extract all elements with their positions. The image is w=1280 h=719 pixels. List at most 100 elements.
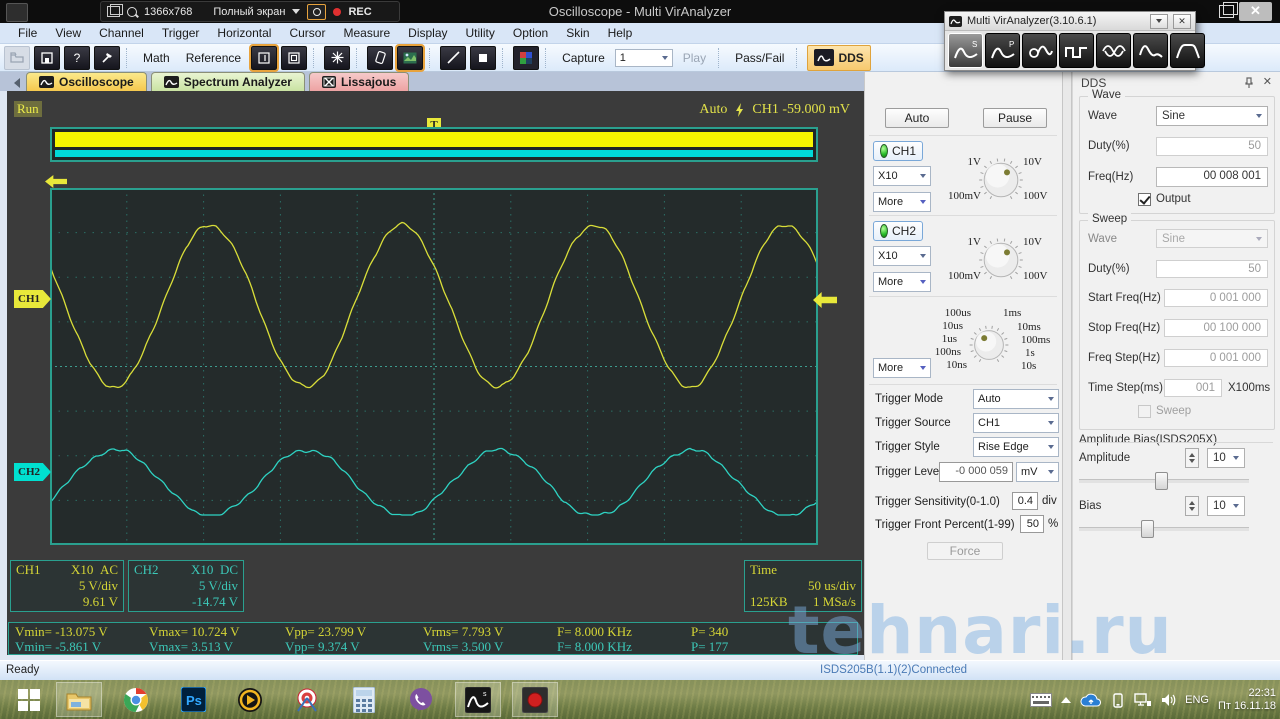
ch1-more-select[interactable]: More [873,192,931,212]
taskbar-viber[interactable] [398,682,444,717]
bias-select[interactable]: 10 [1207,496,1245,516]
trigger-level-input[interactable]: -0 000 059 [939,462,1013,482]
menu-display[interactable]: Display [400,24,455,42]
pin-icon[interactable] [1244,77,1254,89]
square-wave-tool-icon[interactable] [1059,33,1094,68]
panel-splitter[interactable] [1062,72,1072,660]
launcher-collapse-icon[interactable] [1150,13,1168,29]
amplitude-slider[interactable] [1079,472,1249,490]
stop-freq-input[interactable]: 00 100 000 [1164,319,1268,337]
ch2-enable-button[interactable]: CH2 [873,221,923,241]
launcher-titlebar[interactable]: Multi VirAnalyzer(3.10.6.1) ✕ [945,12,1195,31]
slider-thumb[interactable] [1141,520,1154,538]
menu-view[interactable]: View [47,24,89,42]
trigger-sensitivity-input[interactable]: 0.4 [1012,492,1038,510]
capture-count-select[interactable]: 1 [614,48,673,67]
filter-tool-icon[interactable] [1170,33,1205,68]
touch-keyboard-icon[interactable] [1030,692,1053,707]
launcher-close-icon[interactable]: ✕ [1173,13,1191,29]
taskbar-file-explorer[interactable] [56,682,102,717]
tool-hammer-icon[interactable] [94,45,120,70]
amplitude-spinner[interactable] [1185,448,1199,468]
menu-option[interactable]: Option [505,24,556,42]
dds-close-icon[interactable]: ✕ [1263,75,1272,88]
color-palette-icon[interactable] [513,45,540,70]
rec-label[interactable]: REC [348,6,371,18]
timebase-more-select[interactable]: More [873,358,931,378]
frame-icon[interactable] [281,45,308,70]
display-image-icon[interactable] [395,43,426,72]
timebase-knob[interactable] [965,321,1013,369]
ch2-position-flag[interactable]: CH2 [14,463,51,481]
wave-type-select[interactable]: Sine [1156,106,1268,126]
camera-icon[interactable] [307,3,327,20]
ch1-volts-knob[interactable] [973,152,1029,208]
tab-scroll-left-icon[interactable] [14,78,20,88]
freq-input[interactable]: 00 008 001 [1156,167,1268,187]
taskbar-recorder[interactable] [512,682,558,717]
tab-lissajous[interactable]: Lissajous [308,72,410,91]
speaker-icon[interactable] [1161,693,1176,707]
trigger-front-input[interactable]: 50 [1020,515,1044,533]
start-freq-input[interactable]: 0 001 000 [1164,289,1268,307]
menu-measure[interactable]: Measure [335,24,398,42]
dot-style-icon[interactable] [470,45,497,70]
restore-window-icon[interactable] [1219,2,1238,18]
clock[interactable]: 22:31 Пт 16.11.18 [1218,687,1276,713]
snowflake-icon[interactable] [324,45,351,70]
ch2-probe-select[interactable]: X10 [873,246,931,266]
taskbar-aimp[interactable] [227,682,273,717]
freq-step-input[interactable]: 0 001 000 [1164,349,1268,367]
dual-wave-tool-icon[interactable] [1096,33,1131,68]
language-indicator[interactable]: ENG [1185,694,1209,706]
menu-help[interactable]: Help [600,24,641,42]
tray-expand-icon[interactable] [1061,696,1072,703]
menu-skin[interactable]: Skin [558,24,597,42]
slider-thumb[interactable] [1155,472,1168,490]
network-icon[interactable] [1134,692,1152,707]
sweep-duty-input[interactable]: 50 [1156,260,1268,278]
spectrum-tool-icon[interactable]: P [985,33,1020,68]
menu-file[interactable]: File [10,24,45,42]
record-wave-tool-icon[interactable] [1022,33,1057,68]
tab-spectrum-analyzer[interactable]: Spectrum Analyzer [150,72,305,91]
pause-button[interactable]: Pause [983,108,1047,128]
auto-button[interactable]: Auto [885,108,949,128]
capture-buffer-bar[interactable] [50,127,818,162]
close-window-button[interactable]: ✕ [1239,2,1272,21]
oscilloscope-tool-icon[interactable]: S [948,33,983,68]
taskbar-chrome[interactable] [113,682,159,717]
trigger-style-select[interactable]: Rise Edge [973,437,1059,457]
start-button[interactable] [6,682,52,717]
dds-toolbar-button[interactable]: DDS [807,44,871,71]
math-button[interactable]: Math [137,51,176,65]
panel-toggle-icon[interactable] [249,43,280,72]
usb-device-icon[interactable] [1111,692,1125,708]
trigger-source-select[interactable]: CH1 [973,413,1059,433]
time-step-input[interactable]: 001 [1164,379,1222,397]
sweep-wave-select[interactable]: Sine [1156,229,1268,248]
taskbar-viranalyzer[interactable]: s [455,682,501,717]
recorder-mode[interactable]: Полный экран [213,6,285,18]
resize-icon[interactable] [107,4,123,17]
play-button[interactable]: Play [677,51,712,65]
trigger-position-marker[interactable] [45,175,67,188]
taskbar-darts-app[interactable] [284,682,330,717]
help-icon[interactable]: ? [64,45,90,70]
ch1-enable-button[interactable]: CH1 [873,141,923,161]
waveform-grid[interactable] [50,188,818,545]
ch2-more-select[interactable]: More [873,272,931,292]
save-icon[interactable] [34,45,60,70]
line-style-icon[interactable] [440,45,467,70]
menu-utility[interactable]: Utility [458,24,503,42]
taskbar-calculator[interactable] [341,682,387,717]
onedrive-cloud-icon[interactable] [1080,693,1102,707]
ch1-probe-select[interactable]: X10 [873,166,931,186]
duty-input[interactable]: 50 [1156,137,1268,156]
menu-channel[interactable]: Channel [91,24,152,42]
menu-cursor[interactable]: Cursor [281,24,333,42]
open-folder-icon[interactable] [4,45,30,70]
ch2-volts-knob[interactable] [973,232,1029,288]
menu-horizontal[interactable]: Horizontal [209,24,279,42]
bias-spinner[interactable] [1185,496,1199,516]
